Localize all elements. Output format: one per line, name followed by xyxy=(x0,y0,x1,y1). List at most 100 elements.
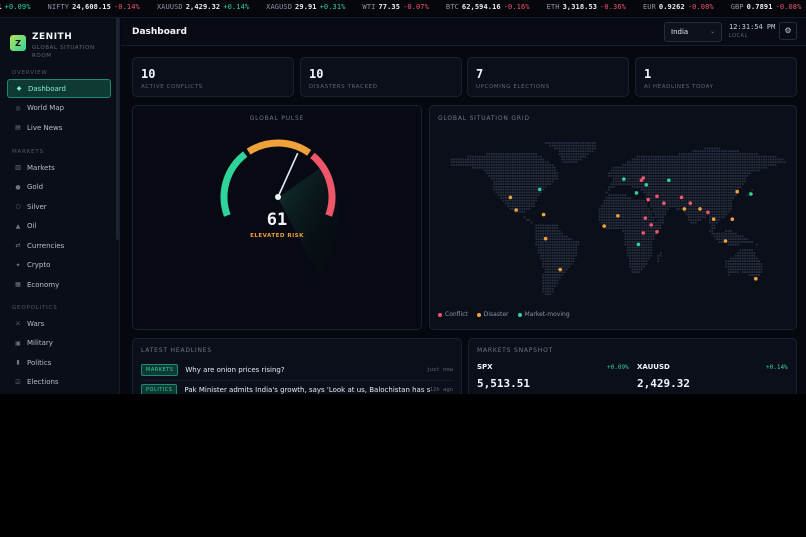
ticker-item[interactable]: 51+0.09% xyxy=(0,3,31,11)
sidebar-item-label: Politics xyxy=(27,358,52,367)
disaster-marker[interactable] xyxy=(541,212,546,217)
ticker-item[interactable]: XAGUSD 29.91 +0.31% xyxy=(266,3,345,11)
disaster-marker[interactable] xyxy=(602,224,606,228)
sidebar-item-elections[interactable]: ☑ Elections xyxy=(7,373,111,392)
markets-icon: ▥ xyxy=(15,164,21,171)
snapshot-change: +0.09% xyxy=(607,364,629,371)
conflict-marker[interactable] xyxy=(646,197,650,202)
sidebar-item-label: Dashboard xyxy=(28,84,66,93)
sidebar-item-gold[interactable]: ● Gold xyxy=(7,178,111,197)
nav-section-title: GEOPOLITICS xyxy=(12,305,58,311)
ticker-value: 62,594.16 xyxy=(461,3,501,11)
sidebar-item-label: Economy xyxy=(27,280,60,289)
disaster-marker[interactable] xyxy=(754,277,758,281)
sidebar-item-dashboard[interactable]: ◆ Dashboard xyxy=(7,79,111,98)
headline-time: 12h ago xyxy=(429,387,453,393)
conflict-marker[interactable] xyxy=(643,216,648,220)
disaster-marker[interactable] xyxy=(508,195,513,200)
live-news-icon: ▤ xyxy=(15,124,21,131)
ticker-item[interactable]: WTI 77.35 -0.07% xyxy=(363,3,429,11)
sidebar: Z ZENITH GLOBAL SITUATION ROOM OVERVIEW ◆… xyxy=(0,18,120,394)
conflict-marker[interactable] xyxy=(706,210,710,215)
ticker-value: 77.35 xyxy=(378,3,401,11)
ticker-item[interactable]: GBP 0.7891 -0.08% xyxy=(731,3,802,11)
market-marker[interactable] xyxy=(537,187,542,192)
sidebar-item-oil[interactable]: ▲ Oil xyxy=(7,217,111,236)
sidebar-scrollbar[interactable] xyxy=(116,18,119,240)
stat-label: DISASTERS TRACKED xyxy=(309,84,378,90)
ticker-item[interactable]: XAUUSD 2,429.32 +0.14% xyxy=(157,3,249,11)
ticker-item[interactable]: ETH 3,318.53 -0.36% xyxy=(547,3,626,11)
stat-label: UPCOMING ELECTIONS xyxy=(476,84,550,90)
ticker-change: -0.08% xyxy=(775,3,802,11)
market-marker[interactable] xyxy=(667,178,671,183)
disaster-marker[interactable] xyxy=(711,217,716,221)
disaster-marker[interactable] xyxy=(735,189,739,194)
sidebar-item-world-map[interactable]: ◎ World Map xyxy=(7,99,111,118)
elections-icon: ☑ xyxy=(15,378,21,386)
headline-time: just now xyxy=(426,367,454,373)
conflict-marker[interactable] xyxy=(679,195,684,200)
conflict-marker[interactable] xyxy=(655,194,659,199)
ticker-item[interactable]: NIFTY 24,608.15 -0.14% xyxy=(48,3,140,11)
conflict-marker[interactable] xyxy=(655,230,659,234)
sidebar-item-military[interactable]: ▣ Military xyxy=(7,334,111,353)
snapshot-change: +0.14% xyxy=(766,364,788,371)
market-marker[interactable] xyxy=(622,177,626,181)
ticker-symbol: WTI xyxy=(362,3,376,11)
disaster-marker[interactable] xyxy=(543,236,548,241)
gauge-pivot xyxy=(275,194,281,200)
nav-section-title: MARKETS xyxy=(12,149,44,155)
disaster-marker[interactable] xyxy=(698,207,702,211)
ticker-item[interactable]: EUR 0.9262 -0.08% xyxy=(643,3,714,11)
empty-area xyxy=(0,394,806,537)
conflict-marker[interactable] xyxy=(649,223,653,227)
local-clock: 12:31:54 PM xyxy=(729,23,776,31)
panel-title: LATEST HEADLINES xyxy=(141,347,212,354)
sidebar-item-economy[interactable]: ▦ Economy xyxy=(7,275,111,294)
disaster-marker[interactable] xyxy=(616,214,620,218)
conflict-marker[interactable] xyxy=(641,231,646,235)
ticker-change: -0.08% xyxy=(687,3,714,11)
ticker-value: 0.9262 xyxy=(658,3,685,11)
brand[interactable]: Z ZENITH GLOBAL SITUATION ROOM xyxy=(10,32,102,60)
sidebar-item-politics[interactable]: ▮ Politics xyxy=(7,353,111,372)
disaster-marker[interactable] xyxy=(723,239,728,243)
disaster-marker[interactable] xyxy=(558,267,562,272)
ticker-symbol: XAUUSD xyxy=(156,3,183,11)
conflict-marker[interactable] xyxy=(662,201,666,205)
stat-card-disasters[interactable]: 10 DISASTERS TRACKED xyxy=(300,57,462,97)
ticker-value: 29.91 xyxy=(295,3,317,11)
stat-card-conflicts[interactable]: 10 ACTIVE CONFLICTS xyxy=(132,57,294,97)
sidebar-item-crypto[interactable]: ✦ Crypto xyxy=(7,256,111,275)
sidebar-item-markets[interactable]: ▥ Markets xyxy=(7,158,111,177)
sidebar-item-label: Live News xyxy=(27,123,63,132)
stat-card-elections[interactable]: 7 UPCOMING ELECTIONS xyxy=(467,57,629,97)
market-marker[interactable] xyxy=(644,183,649,187)
stat-label: AI HEADLINES TODAY xyxy=(644,84,714,90)
ticker-value: 2,429.32 xyxy=(185,3,221,11)
market-marker[interactable] xyxy=(749,192,753,196)
ticker-item[interactable]: BTC 62,594.16 -0.16% xyxy=(446,3,530,11)
headline-row[interactable]: MARKETS Why are onion prices rising? jus… xyxy=(141,364,453,376)
wars-icon: ⚔ xyxy=(15,320,21,327)
stat-card-ai-headlines[interactable]: 1 AI HEADLINES TODAY xyxy=(635,57,797,97)
conflict-marker[interactable] xyxy=(641,176,646,180)
sidebar-item-wars[interactable]: ⚔ Wars xyxy=(7,314,111,333)
stat-value: 10 xyxy=(141,67,156,81)
headline-text: Pak Minister admits India's growth, says… xyxy=(184,386,430,394)
settings-button[interactable]: ⚙ xyxy=(779,22,797,40)
disaster-marker[interactable] xyxy=(514,208,518,212)
disaster-marker[interactable] xyxy=(730,217,735,221)
sidebar-item-label: Crypto xyxy=(27,261,51,269)
country-select[interactable]: India ⌄ xyxy=(664,22,722,42)
world-map[interactable] xyxy=(438,139,790,304)
sidebar-item-live-news[interactable]: ▤ Live News xyxy=(7,118,111,137)
nav-section-title: OVERVIEW xyxy=(12,70,48,76)
market-marker[interactable] xyxy=(636,242,641,247)
sidebar-item-silver[interactable]: ○ Silver xyxy=(7,197,111,216)
sidebar-item-currencies[interactable]: ⇄ Currencies xyxy=(7,236,111,255)
disaster-marker[interactable] xyxy=(682,207,687,211)
conflict-marker[interactable] xyxy=(688,201,693,205)
market-marker[interactable] xyxy=(634,191,639,195)
